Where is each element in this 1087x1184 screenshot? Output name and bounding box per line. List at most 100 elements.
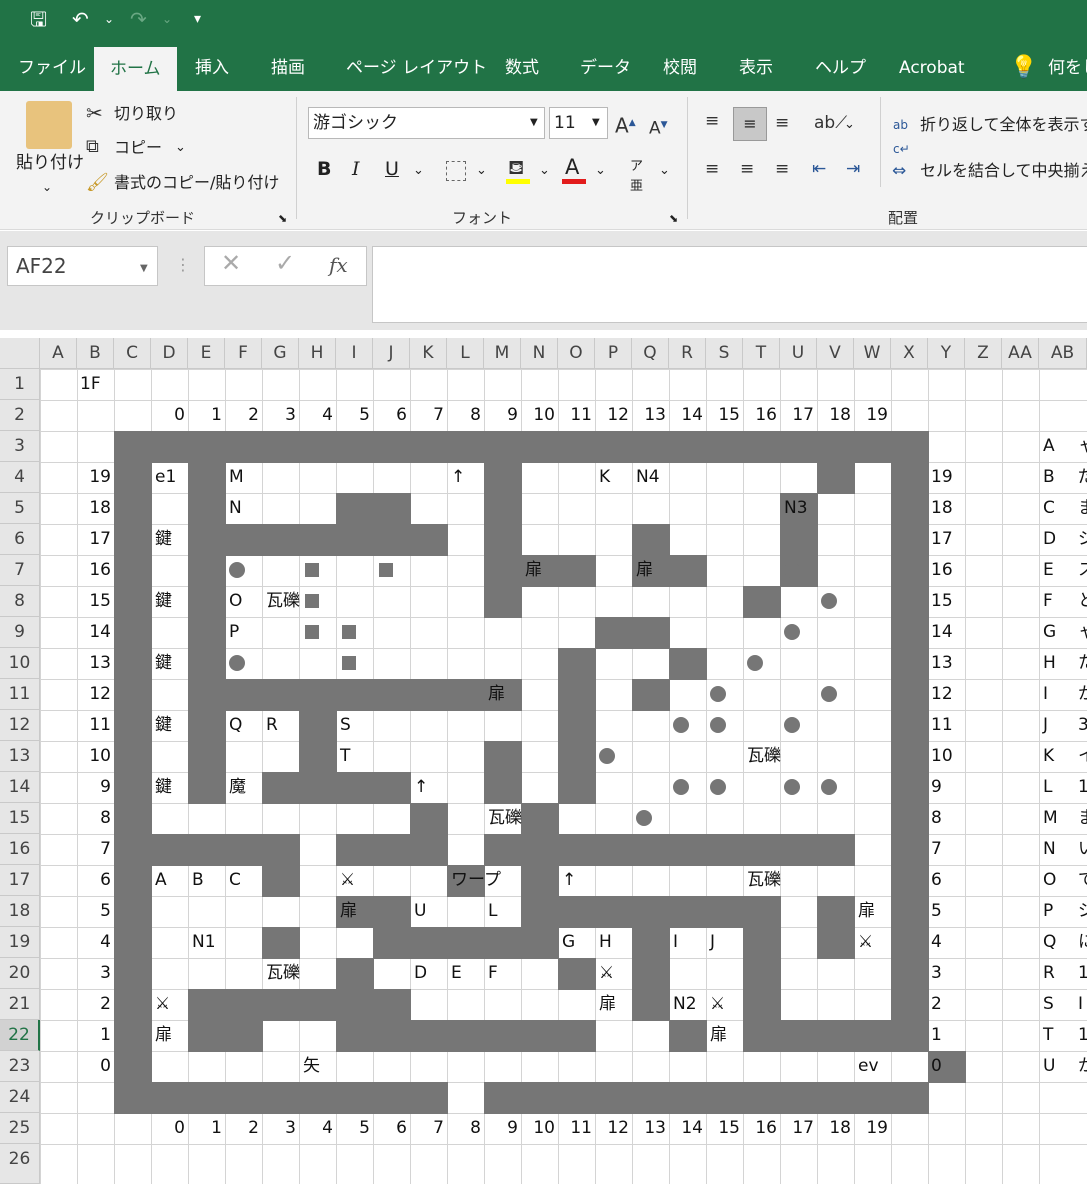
tab-9[interactable]: ヘルプ [815, 45, 866, 91]
column-header-V[interactable]: V [817, 338, 854, 369]
column-header-T[interactable]: T [743, 338, 780, 369]
paste-button[interactable]: 貼り付け [16, 153, 84, 173]
row-header-17[interactable]: 17 [0, 865, 40, 896]
row-header-9[interactable]: 9 [0, 617, 40, 648]
font-color-dropdown-icon[interactable]: ⌄ [595, 161, 606, 181]
row-header-26[interactable]: 26 [0, 1144, 40, 1184]
column-header-G[interactable]: G [262, 338, 299, 369]
row-header-22[interactable]: 22 [0, 1020, 40, 1051]
tab-8[interactable]: 表示 [739, 45, 773, 91]
select-all-corner[interactable] [0, 338, 40, 369]
column-header-S[interactable]: S [706, 338, 743, 369]
font-color-icon[interactable]: A [565, 157, 579, 178]
formula-input[interactable] [372, 246, 1087, 323]
format-painter-button[interactable]: 書式のコピー/貼り付け [114, 173, 279, 193]
column-header-Y[interactable]: Y [928, 338, 965, 369]
column-header-Q[interactable]: Q [632, 338, 669, 369]
row-header-3[interactable]: 3 [0, 431, 40, 462]
underline-dropdown-icon[interactable]: ⌄ [413, 161, 424, 181]
column-header-I[interactable]: I [336, 338, 373, 369]
italic-button[interactable]: I [352, 159, 360, 179]
lightbulb-icon[interactable]: 💡 [1010, 45, 1037, 91]
row-header-18[interactable]: 18 [0, 896, 40, 927]
copy-button[interactable]: コピー [114, 138, 162, 158]
phonetic-icon[interactable]: ア亜 [630, 157, 643, 197]
row-header-12[interactable]: 12 [0, 710, 40, 741]
column-header-L[interactable]: L [447, 338, 484, 369]
decrease-indent-icon[interactable]: ⇤ [812, 157, 826, 181]
row-header-20[interactable]: 20 [0, 958, 40, 989]
row-header-24[interactable]: 24 [0, 1082, 40, 1113]
column-header-Z[interactable]: Z [965, 338, 1002, 369]
column-header-E[interactable]: E [188, 338, 225, 369]
fill-color-icon[interactable]: ⛾ [508, 155, 524, 179]
column-header-A[interactable]: A [40, 338, 77, 369]
orientation-icon[interactable]: ab⟋ [814, 111, 847, 135]
save-icon[interactable]: 🖫 [30, 6, 47, 32]
column-header-AB[interactable]: AB [1039, 338, 1087, 369]
increase-indent-icon[interactable]: ⇥ [846, 157, 860, 181]
row-header-15[interactable]: 15 [0, 803, 40, 834]
align-left-icon[interactable]: ≡ [705, 157, 719, 181]
orientation-dropdown-icon[interactable]: ⌄ [844, 115, 855, 135]
worksheet-grid[interactable]: A B C D E F G H I J K L M N O P Q R S T U V W X Y Z AA AB 1 2 3 4 5 6 7 8 9 1… [0, 338, 1087, 1184]
row-header-4[interactable]: 4 [0, 462, 40, 493]
align-bottom-icon[interactable]: ≡ [775, 111, 789, 135]
row-header-23[interactable]: 23 [0, 1051, 40, 1082]
column-header-X[interactable]: X [891, 338, 928, 369]
tab-2[interactable]: 挿入 [195, 45, 229, 91]
tab-0[interactable]: ファイル [18, 45, 86, 91]
font-name-dropdown[interactable]: 游ゴシック [308, 107, 545, 139]
tab-6[interactable]: データ [580, 45, 631, 91]
undo-icon[interactable]: ↶ [72, 6, 89, 32]
column-header-O[interactable]: O [558, 338, 595, 369]
row-header-10[interactable]: 10 [0, 648, 40, 679]
cancel-icon[interactable]: ✕ [221, 251, 241, 275]
copy-dropdown-icon[interactable]: ⌄ [175, 138, 186, 158]
row-header-19[interactable]: 19 [0, 927, 40, 958]
row-header-6[interactable]: 6 [0, 524, 40, 555]
row-header-11[interactable]: 11 [0, 679, 40, 710]
align-center-icon[interactable]: ≡ [740, 157, 754, 181]
tab-7[interactable]: 校閲 [663, 45, 697, 91]
wrap-text-icon[interactable]: ab c↵ [893, 113, 910, 161]
confirm-icon[interactable]: ✓ [275, 251, 295, 275]
redo-icon[interactable]: ↷ [130, 6, 147, 32]
column-header-D[interactable]: D [151, 338, 188, 369]
column-header-AA[interactable]: AA [1002, 338, 1039, 369]
grow-font-icon[interactable]: A▲ [615, 111, 636, 138]
wrap-text-button[interactable]: 折り返して全体を表示す [920, 115, 1087, 135]
row-header-8[interactable]: 8 [0, 586, 40, 617]
name-box-chevron-icon[interactable]: ▼ [140, 259, 148, 279]
column-header-N[interactable]: N [521, 338, 558, 369]
tab-4[interactable]: ページ レイアウト [346, 45, 487, 91]
shrink-font-icon[interactable]: A▼ [649, 113, 668, 141]
tab-3[interactable]: 描画 [271, 45, 305, 91]
row-header-5[interactable]: 5 [0, 493, 40, 524]
row-header-7[interactable]: 7 [0, 555, 40, 586]
merge-center-icon[interactable]: ⇔ [892, 159, 906, 183]
customize-icon[interactable]: ▾ [194, 6, 201, 32]
merge-center-button[interactable]: セルを結合して中央揃え [920, 161, 1087, 181]
column-header-F[interactable]: F [225, 338, 262, 369]
column-header-C[interactable]: C [114, 338, 151, 369]
column-header-B[interactable]: B [77, 338, 114, 369]
clipboard-launcher-icon[interactable]: ⬊ [278, 209, 287, 229]
row-header-1[interactable]: 1 [0, 369, 40, 400]
splitter-dots-icon[interactable]: ⋮ [175, 255, 191, 275]
tab-5[interactable]: 数式 [505, 45, 539, 91]
column-header-R[interactable]: R [669, 338, 706, 369]
insert-function-icon[interactable]: fx [329, 255, 348, 275]
cut-button[interactable]: 切り取り [114, 104, 178, 124]
tab-10[interactable]: Acrobat [899, 45, 965, 91]
row-header-13[interactable]: 13 [0, 741, 40, 772]
underline-button[interactable]: U [385, 159, 399, 179]
column-header-P[interactable]: P [595, 338, 632, 369]
column-header-J[interactable]: J [373, 338, 410, 369]
align-right-icon[interactable]: ≡ [775, 157, 789, 181]
row-header-21[interactable]: 21 [0, 989, 40, 1020]
row-header-2[interactable]: 2 [0, 400, 40, 431]
tab-11[interactable]: 何をし [1048, 45, 1087, 91]
align-top-icon[interactable]: ≡ [705, 109, 719, 133]
paste-dropdown-icon[interactable]: ⌄ [42, 177, 52, 197]
